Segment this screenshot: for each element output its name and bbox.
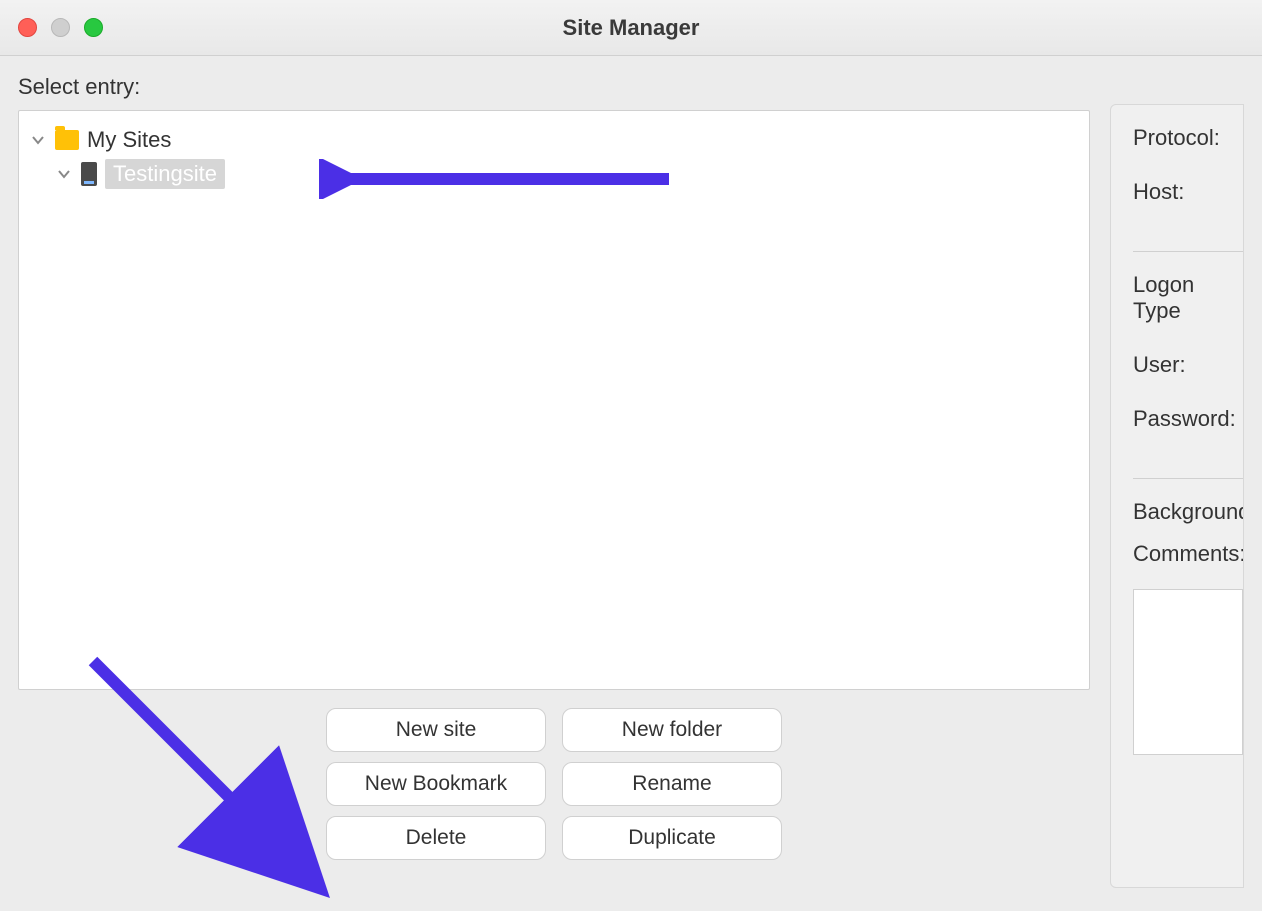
window-title: Site Manager: [563, 15, 700, 41]
site-tree[interactable]: My Sites Testingsite: [18, 110, 1090, 690]
tree-row-site[interactable]: Testingsite: [29, 157, 1079, 191]
traffic-lights: [18, 18, 103, 37]
chevron-down-icon[interactable]: [29, 131, 47, 149]
new-site-button[interactable]: New site: [326, 708, 546, 752]
folder-icon: [55, 130, 79, 150]
main-content: Select entry: My Sites Testingsite: [0, 56, 1262, 906]
titlebar: Site Manager: [0, 0, 1262, 56]
server-icon: [81, 162, 97, 186]
new-folder-button[interactable]: New folder: [562, 708, 782, 752]
select-entry-label: Select entry:: [18, 74, 1090, 100]
window-maximize-button[interactable]: [84, 18, 103, 37]
password-label: Password:: [1133, 406, 1243, 432]
new-bookmark-button[interactable]: New Bookmark: [326, 762, 546, 806]
background-label: Background: [1133, 499, 1243, 525]
left-pane: Select entry: My Sites Testingsite: [18, 74, 1090, 888]
chevron-down-icon[interactable]: [55, 165, 73, 183]
duplicate-button[interactable]: Duplicate: [562, 816, 782, 860]
tree-row-root[interactable]: My Sites: [29, 123, 1079, 157]
delete-button[interactable]: Delete: [326, 816, 546, 860]
logon-type-label: Logon Type: [1133, 272, 1243, 324]
site-action-buttons: New site New folder New Bookmark Rename …: [18, 708, 1090, 860]
user-label: User:: [1133, 352, 1243, 378]
protocol-label: Protocol:: [1133, 125, 1243, 151]
window-minimize-button[interactable]: [51, 18, 70, 37]
host-label: Host:: [1133, 179, 1243, 205]
tree-root-label: My Sites: [87, 127, 171, 153]
right-pane: Protocol: Host: Logon Type User: Passwor…: [1110, 104, 1244, 888]
tree-selected-site-label[interactable]: Testingsite: [105, 159, 225, 189]
comments-textarea[interactable]: [1133, 589, 1243, 755]
window-close-button[interactable]: [18, 18, 37, 37]
comments-label: Comments:: [1133, 541, 1243, 567]
rename-button[interactable]: Rename: [562, 762, 782, 806]
